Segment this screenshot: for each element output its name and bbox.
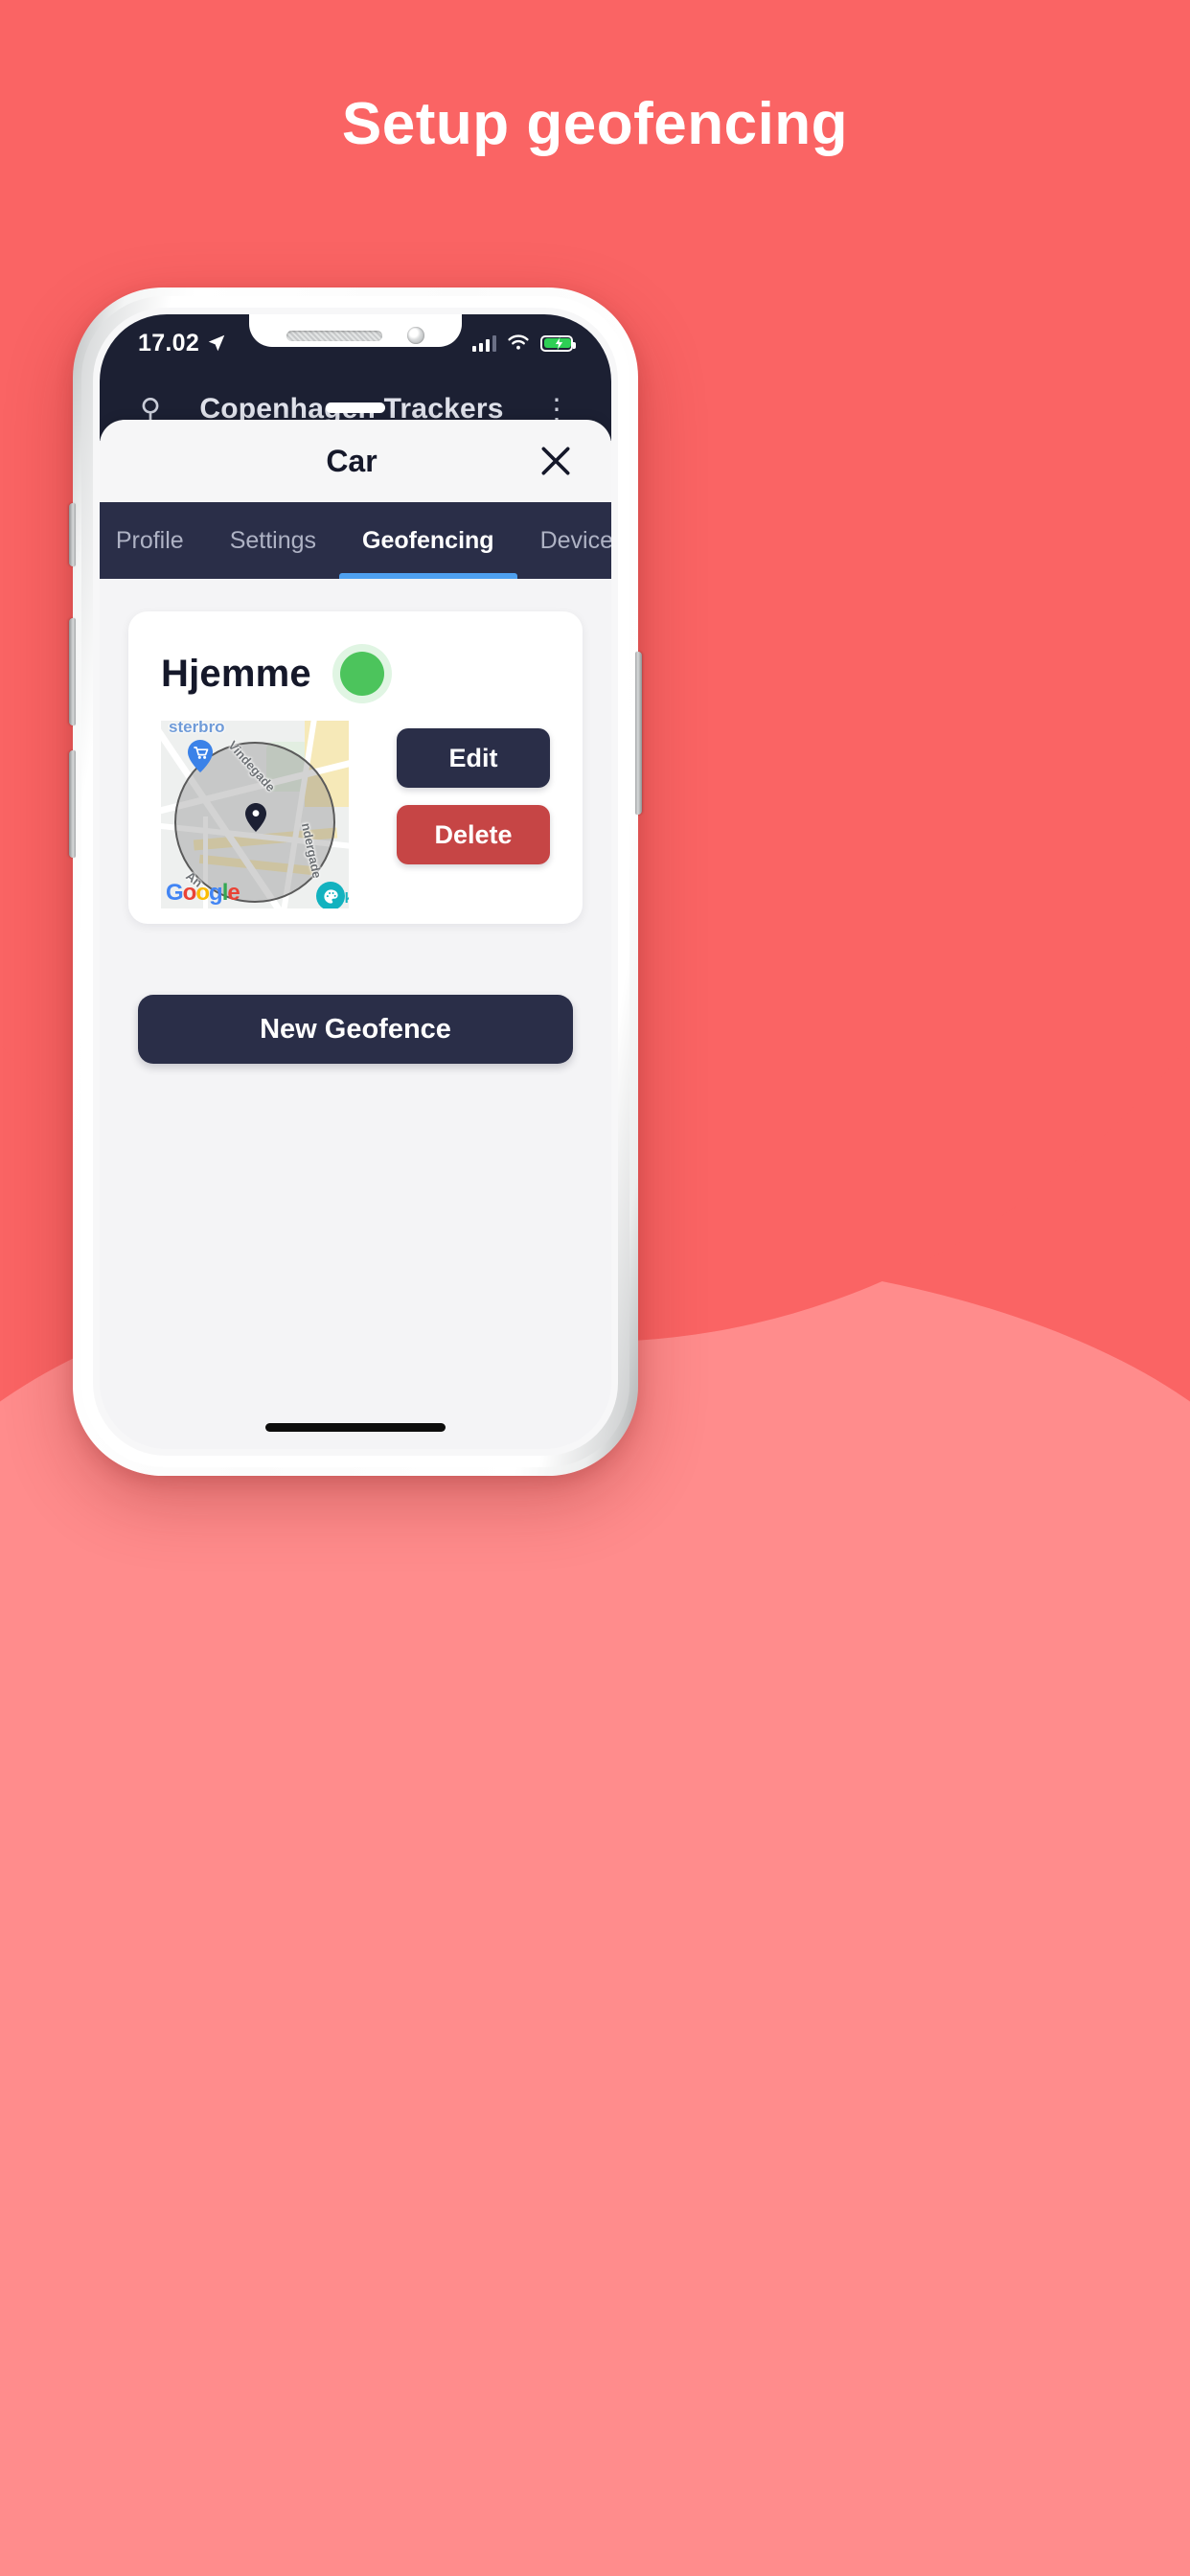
power-button[interactable] bbox=[635, 652, 642, 815]
delete-button[interactable]: Delete bbox=[397, 805, 550, 864]
app-viewport: 17.02 ⚲ Copenhagen Trackers ⋮ Car Profil… bbox=[100, 314, 611, 1449]
geofence-title-row: Hjemme bbox=[128, 611, 583, 721]
sheet-tab-bar: ry Profile Settings Geofencing Device in… bbox=[100, 502, 611, 579]
sheet-content: Hjemme sterbro Vindegade ndergade An k G… bbox=[100, 579, 611, 1449]
tab-geofencing[interactable]: Geofencing bbox=[339, 502, 517, 579]
phone-mockup: 17.02 ⚲ Copenhagen Trackers ⋮ Car Profil… bbox=[69, 288, 642, 1476]
palette-poi-icon bbox=[316, 882, 345, 908]
status-badge bbox=[332, 644, 392, 703]
bottom-sheet: Car ry Profile Settings Geofencing Devic… bbox=[100, 402, 611, 1449]
map-poi-label: k bbox=[344, 890, 349, 907]
geofence-map-thumbnail[interactable]: sterbro Vindegade ndergade An k Google bbox=[161, 721, 349, 908]
new-geofence-button[interactable]: New Geofence bbox=[138, 995, 573, 1064]
close-icon bbox=[541, 447, 570, 475]
google-letter-g2: g bbox=[209, 880, 223, 906]
phone-top-hardware bbox=[93, 327, 618, 344]
geofence-name: Hjemme bbox=[161, 652, 311, 695]
sheet-drag-handle[interactable] bbox=[326, 402, 385, 413]
volume-down-button[interactable] bbox=[69, 750, 76, 858]
page-headline: Setup geofencing bbox=[341, 91, 849, 157]
shopping-cart-pin-icon bbox=[188, 740, 213, 772]
tab-profile[interactable]: Profile bbox=[100, 502, 207, 579]
volume-up-button[interactable] bbox=[69, 618, 76, 725]
close-button[interactable] bbox=[533, 438, 579, 484]
google-letter-e: e bbox=[227, 880, 240, 906]
google-letter-o1: o bbox=[182, 880, 197, 906]
palette-glyph-icon bbox=[323, 888, 338, 904]
front-camera-icon bbox=[407, 327, 424, 344]
sheet-title: Car bbox=[326, 443, 378, 478]
geofence-actions: Edit Delete bbox=[397, 721, 550, 864]
mute-switch-button[interactable] bbox=[69, 503, 76, 566]
home-indicator[interactable] bbox=[265, 1423, 446, 1432]
location-pin-icon bbox=[245, 803, 266, 832]
map-label-osterbro: sterbro bbox=[169, 721, 225, 736]
tab-settings[interactable]: Settings bbox=[207, 502, 339, 579]
sheet-header: Car bbox=[100, 420, 611, 502]
edit-button[interactable]: Edit bbox=[397, 728, 550, 788]
status-dot bbox=[339, 652, 384, 696]
phone-screen: 17.02 ⚲ Copenhagen Trackers ⋮ Car Profil… bbox=[100, 314, 611, 1449]
geofence-main-row: sterbro Vindegade ndergade An k Google E… bbox=[128, 721, 583, 908]
phone-bezel: 17.02 ⚲ Copenhagen Trackers ⋮ Car Profil… bbox=[93, 308, 618, 1456]
geofence-card: Hjemme sterbro Vindegade ndergade An k G… bbox=[128, 611, 583, 924]
earpiece-speaker-icon bbox=[286, 330, 382, 341]
tab-device-info[interactable]: Device info bbox=[517, 502, 611, 579]
google-letter-o2: o bbox=[195, 880, 210, 906]
google-logo: Google bbox=[166, 880, 240, 907]
google-letter-g1: G bbox=[166, 880, 184, 906]
